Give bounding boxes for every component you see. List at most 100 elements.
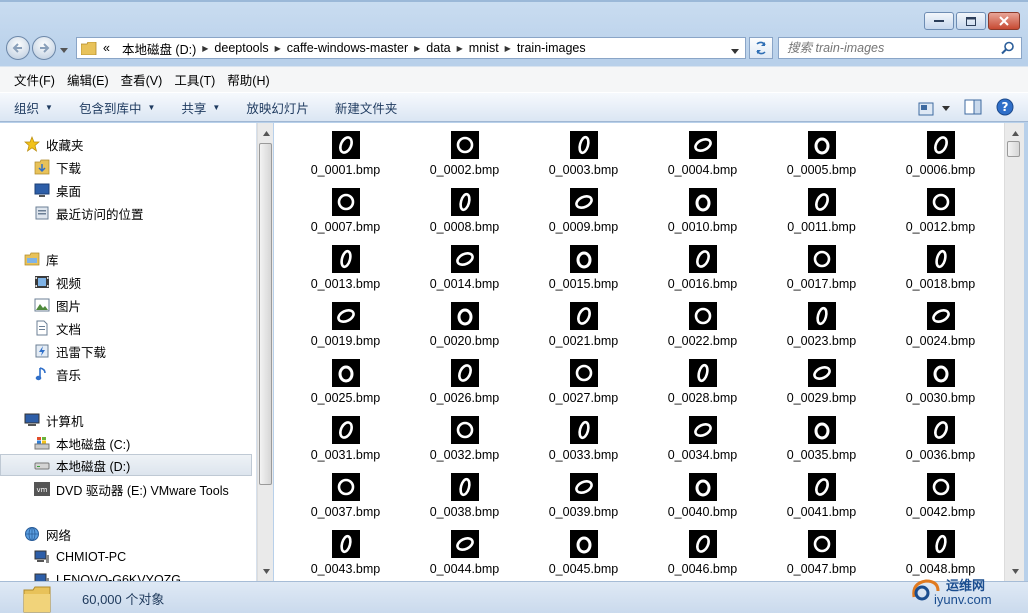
nav-documents[interactable]: 文档 [0, 317, 252, 339]
slideshow-button[interactable]: 放映幻灯片 [246, 98, 309, 117]
recent-pages-dropdown[interactable] [60, 43, 68, 57]
breadcrumb-data[interactable]: data [420, 41, 456, 55]
share-button[interactable]: 共享 ▼ [181, 98, 220, 117]
file-item[interactable]: 0_0026.bmp [405, 359, 524, 416]
file-item[interactable]: 0_0013.bmp [286, 245, 405, 302]
image-thumbnail[interactable] [688, 473, 717, 501]
file-name[interactable]: 0_0030.bmp [906, 391, 976, 405]
file-name[interactable]: 0_0016.bmp [668, 277, 738, 291]
file-name[interactable]: 0_0036.bmp [906, 448, 976, 462]
menu-edit[interactable]: 编辑(E) [61, 70, 115, 89]
scroll-up-arrow[interactable] [1007, 125, 1023, 141]
file-name[interactable]: 0_0015.bmp [549, 277, 619, 291]
breadcrumb-mnist[interactable]: mnist [463, 41, 505, 55]
image-thumbnail[interactable] [926, 530, 955, 558]
file-item[interactable]: 0_0031.bmp [286, 416, 405, 473]
image-thumbnail[interactable] [569, 416, 598, 444]
file-item[interactable]: 0_0032.bmp [405, 416, 524, 473]
file-item[interactable]: 0_0005.bmp [762, 131, 881, 188]
nav-thunder-downloads[interactable]: 迅雷下载 [0, 340, 252, 362]
file-item[interactable]: 0_0030.bmp [881, 359, 1000, 416]
file-name[interactable]: 0_0013.bmp [311, 277, 381, 291]
file-item[interactable]: 0_0043.bmp [286, 530, 405, 581]
file-item[interactable]: 0_0025.bmp [286, 359, 405, 416]
nav-network[interactable]: 网络 [0, 523, 252, 545]
file-name[interactable]: 0_0002.bmp [430, 163, 500, 177]
navigation-scrollbar[interactable] [257, 123, 273, 581]
file-item[interactable]: 0_0019.bmp [286, 302, 405, 359]
nav-network-pc-1[interactable]: CHMIOT-PC [0, 546, 252, 568]
image-thumbnail[interactable] [807, 188, 836, 216]
menu-tools[interactable]: 工具(T) [168, 70, 221, 89]
file-name[interactable]: 0_0022.bmp [668, 334, 738, 348]
file-name[interactable]: 0_0026.bmp [430, 391, 500, 405]
image-thumbnail[interactable] [688, 359, 717, 387]
file-item[interactable]: 0_0038.bmp [405, 473, 524, 530]
file-name[interactable]: 0_0023.bmp [787, 334, 857, 348]
file-name[interactable]: 0_0045.bmp [549, 562, 619, 576]
image-thumbnail[interactable] [807, 302, 836, 330]
file-name[interactable]: 0_0024.bmp [906, 334, 976, 348]
image-thumbnail[interactable] [688, 416, 717, 444]
image-thumbnail[interactable] [450, 416, 479, 444]
file-item[interactable]: 0_0028.bmp [643, 359, 762, 416]
maximize-button[interactable] [956, 12, 986, 30]
file-name[interactable]: 0_0031.bmp [311, 448, 381, 462]
image-thumbnail[interactable] [331, 245, 360, 273]
scroll-thumb[interactable] [259, 143, 272, 485]
image-thumbnail[interactable] [926, 302, 955, 330]
image-thumbnail[interactable] [331, 302, 360, 330]
file-name[interactable]: 0_0035.bmp [787, 448, 857, 462]
breadcrumb-overflow[interactable]: « [97, 41, 116, 55]
menu-view[interactable]: 查看(V) [115, 70, 169, 89]
image-thumbnail[interactable] [688, 131, 717, 159]
file-item[interactable]: 0_0040.bmp [643, 473, 762, 530]
image-thumbnail[interactable] [926, 131, 955, 159]
file-item[interactable]: 0_0033.bmp [524, 416, 643, 473]
file-item[interactable]: 0_0037.bmp [286, 473, 405, 530]
include-in-library-button[interactable]: 包含到库中 ▼ [79, 98, 155, 117]
file-item[interactable]: 0_0011.bmp [762, 188, 881, 245]
image-thumbnail[interactable] [569, 131, 598, 159]
close-button[interactable] [988, 12, 1020, 30]
image-thumbnail[interactable] [688, 188, 717, 216]
nav-recent-places[interactable]: 最近访问的位置 [0, 202, 252, 224]
file-item[interactable]: 0_0016.bmp [643, 245, 762, 302]
file-item[interactable]: 0_0002.bmp [405, 131, 524, 188]
image-thumbnail[interactable] [331, 359, 360, 387]
address-dropdown[interactable] [731, 44, 739, 58]
minimize-button[interactable] [924, 12, 954, 30]
image-thumbnail[interactable] [688, 302, 717, 330]
content-scrollbar[interactable] [1004, 123, 1024, 581]
image-thumbnail[interactable] [450, 473, 479, 501]
nav-music[interactable]: 音乐 [0, 363, 252, 385]
file-item[interactable]: 0_0003.bmp [524, 131, 643, 188]
image-thumbnail[interactable] [807, 245, 836, 273]
file-name[interactable]: 0_0032.bmp [430, 448, 500, 462]
file-name[interactable]: 0_0018.bmp [906, 277, 976, 291]
file-name[interactable]: 0_0046.bmp [668, 562, 738, 576]
file-name[interactable]: 0_0039.bmp [549, 505, 619, 519]
organize-button[interactable]: 组织 ▼ [14, 98, 53, 117]
image-thumbnail[interactable] [331, 188, 360, 216]
change-view-button[interactable] [918, 102, 950, 116]
file-item[interactable]: 0_0039.bmp [524, 473, 643, 530]
image-thumbnail[interactable] [450, 131, 479, 159]
file-name[interactable]: 0_0034.bmp [668, 448, 738, 462]
scroll-down-arrow[interactable] [258, 563, 274, 579]
image-thumbnail[interactable] [450, 245, 479, 273]
file-name[interactable]: 0_0044.bmp [430, 562, 500, 576]
file-name[interactable]: 0_0047.bmp [787, 562, 857, 576]
menu-file[interactable]: 文件(F) [8, 70, 61, 89]
nav-drive-d[interactable]: 本地磁盘 (D:) [0, 454, 252, 476]
file-name[interactable]: 0_0008.bmp [430, 220, 500, 234]
nav-pictures[interactable]: 图片 [0, 294, 252, 316]
file-name[interactable]: 0_0006.bmp [906, 163, 976, 177]
image-thumbnail[interactable] [331, 473, 360, 501]
preview-pane-button[interactable] [964, 99, 982, 118]
image-thumbnail[interactable] [569, 245, 598, 273]
image-thumbnail[interactable] [331, 530, 360, 558]
nav-libraries[interactable]: 库 [0, 248, 252, 270]
file-name[interactable]: 0_0010.bmp [668, 220, 738, 234]
nav-videos[interactable]: 视频 [0, 271, 252, 293]
